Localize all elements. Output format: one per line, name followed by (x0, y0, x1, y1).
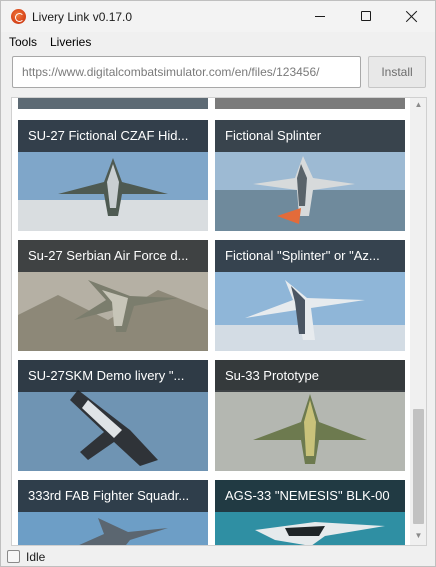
livery-title: SU-27 Fictional CZAF Hid... (18, 120, 208, 152)
livery-tile[interactable]: Su-27 Serbian Air Force d... (18, 240, 208, 351)
maximize-button[interactable] (343, 1, 389, 32)
app-logo-icon (11, 9, 26, 24)
livery-tile[interactable]: AGS-33 "NEMESIS" BLK-00 (215, 480, 405, 545)
livery-title: 333rd FAB Fighter Squadr... (18, 480, 208, 512)
livery-url-input[interactable] (12, 56, 361, 88)
menu-tools[interactable]: Tools (9, 35, 37, 49)
livery-tile[interactable]: 333rd FAB Fighter Squadr... (18, 480, 208, 545)
gallery-scrollbar[interactable]: ▲ ▼ (410, 98, 426, 545)
app-window: Livery Link v0.17.0 Tools Liveries Insta… (0, 0, 436, 567)
menu-bar: Tools Liveries (1, 32, 435, 52)
livery-tile[interactable]: Fictional Splinter (215, 120, 405, 231)
maximize-icon (361, 11, 371, 21)
livery-title: AGS-33 "NEMESIS" BLK-00 (215, 480, 405, 512)
title-bar: Livery Link v0.17.0 (1, 1, 435, 32)
close-button[interactable] (389, 1, 435, 32)
scroll-down-arrow-icon[interactable]: ▼ (414, 532, 423, 540)
scroll-thumb[interactable] (413, 409, 424, 524)
livery-tile[interactable]: Su-33 Prototype (215, 360, 405, 471)
menu-liveries[interactable]: Liveries (50, 35, 91, 49)
livery-tile-partial[interactable] (18, 98, 208, 109)
livery-tile-partial[interactable] (215, 98, 405, 109)
livery-title: Su-27 Serbian Air Force d... (18, 240, 208, 272)
livery-title: Fictional Splinter (215, 120, 405, 152)
window-title: Livery Link v0.17.0 (32, 10, 133, 24)
status-indicator (7, 550, 20, 563)
livery-title: Fictional "Splinter" or "Az... (215, 240, 405, 272)
close-icon (405, 10, 419, 24)
status-text: Idle (26, 550, 46, 564)
install-button[interactable]: Install (368, 56, 426, 88)
livery-title: SU-27SKM Demo livery "... (18, 360, 208, 392)
livery-tile[interactable]: SU-27SKM Demo livery "... (18, 360, 208, 471)
status-bar: Idle (1, 547, 435, 566)
livery-title: Su-33 Prototype (215, 360, 405, 392)
minimize-button[interactable] (297, 1, 343, 32)
minimize-icon (315, 16, 325, 17)
livery-tile[interactable]: Fictional "Splinter" or "Az... (215, 240, 405, 351)
livery-gallery: SU-27 Fictional CZAF Hid... Fictional Sp… (11, 97, 427, 546)
scroll-up-arrow-icon[interactable]: ▲ (414, 101, 423, 109)
livery-tile[interactable]: SU-27 Fictional CZAF Hid... (18, 120, 208, 231)
